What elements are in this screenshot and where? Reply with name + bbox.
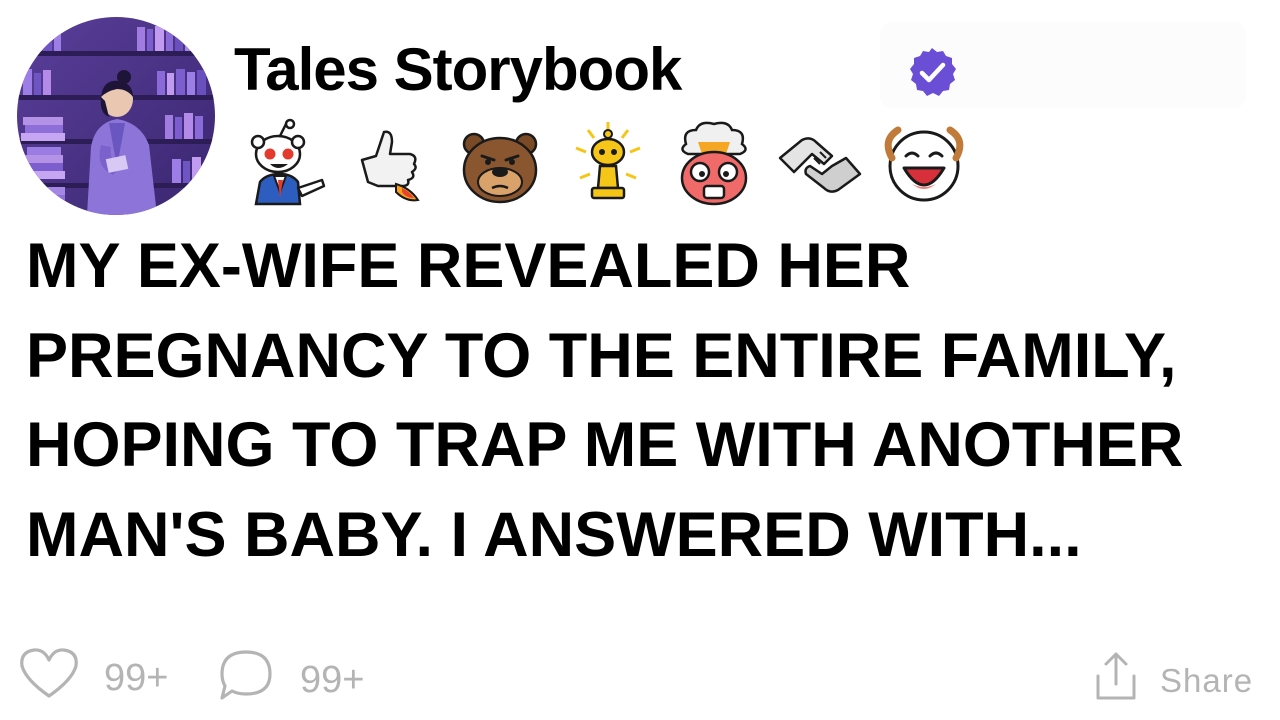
bear-face-award-icon xyxy=(454,118,546,210)
gold-trophy-snoo-award-icon xyxy=(562,118,654,210)
likes-count: 99+ xyxy=(104,656,169,699)
channel-avatar[interactable] xyxy=(17,17,215,215)
share-button[interactable]: Share xyxy=(1092,650,1253,712)
comment-bubble-icon xyxy=(216,646,276,714)
post-title[interactable]: MY EX-WIFE REVEALED HER PREGNANCY TO THE… xyxy=(26,222,1256,652)
verified-badge-icon xyxy=(906,46,958,98)
channel-name[interactable]: Tales Storybook xyxy=(234,30,682,110)
handshake-award-icon xyxy=(774,118,866,210)
share-label: Share xyxy=(1160,662,1254,699)
mind-blown-award-icon xyxy=(668,118,760,210)
rocket-thumbs-up-award-icon xyxy=(344,118,436,210)
comment-button[interactable]: 99+ xyxy=(216,646,364,714)
share-icon xyxy=(1092,650,1140,712)
post-card: Tales Storybook MY EX-WIFE REVEALED HER … xyxy=(0,0,1280,720)
post-actions-bar: 99+ 99+ Share xyxy=(0,640,1280,720)
laughing-snoo-award-icon xyxy=(878,118,970,210)
like-button[interactable]: 99+ xyxy=(18,646,168,710)
pointing-snoo-award-icon xyxy=(236,118,328,210)
heart-icon xyxy=(18,646,80,710)
comments-count: 99+ xyxy=(300,658,365,701)
